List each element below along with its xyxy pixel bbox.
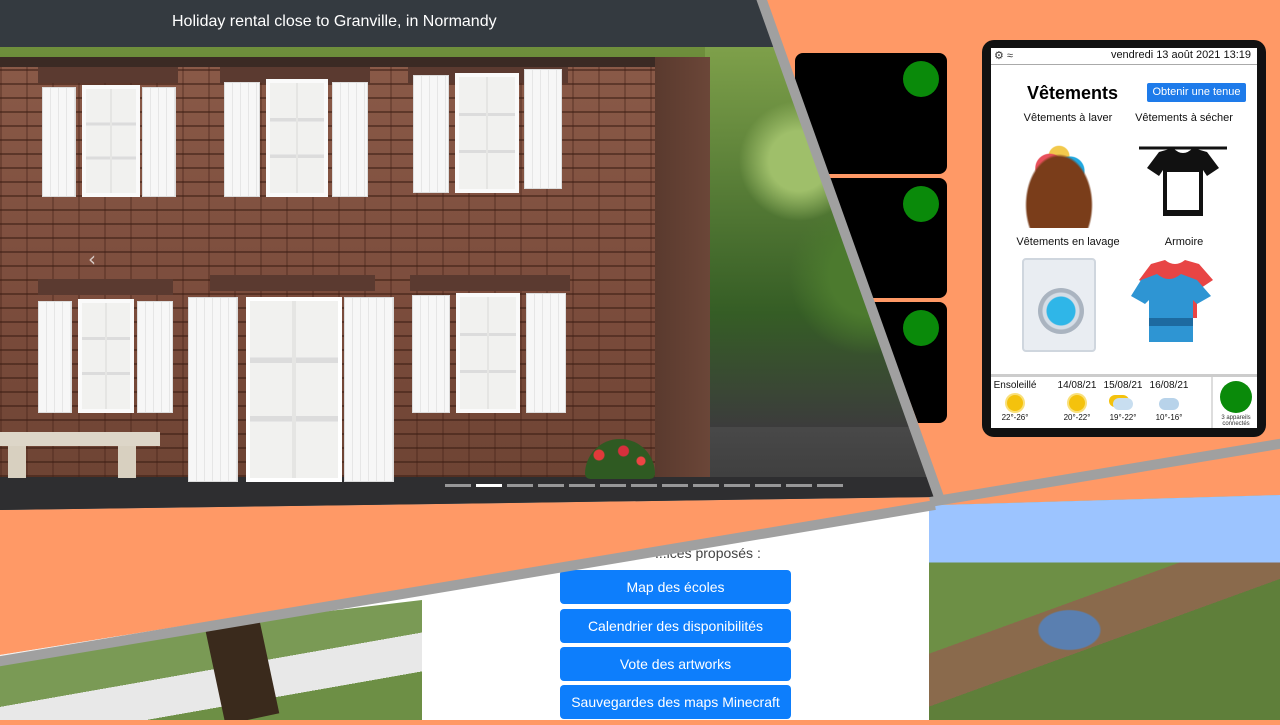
- house-facade-image: [0, 57, 710, 482]
- carousel-indicators[interactable]: [445, 484, 843, 487]
- carousel-indicator[interactable]: [817, 484, 843, 487]
- carousel-indicator[interactable]: [693, 484, 719, 487]
- weather-day: 14/08/21 20°-22°: [1053, 380, 1101, 422]
- status-dot: [903, 61, 939, 97]
- laundry-basket-icon[interactable]: [1013, 136, 1105, 228]
- drying-shirt-icon[interactable]: [1137, 136, 1229, 228]
- status-bar: ⚙ ≈ vendredi 13 août 2021 13:19: [991, 48, 1257, 65]
- house-carousel[interactable]: ‹: [0, 47, 937, 510]
- page-headline: Distinguished house: [167, 555, 456, 591]
- carousel-indicator[interactable]: [786, 484, 812, 487]
- weather-day: 15/08/21 19°-22°: [1099, 380, 1147, 422]
- carousel-indicator[interactable]: [755, 484, 781, 487]
- carousel-indicator[interactable]: [662, 484, 688, 487]
- tablet-screen: ⚙ ≈ vendredi 13 août 2021 13:19 Vêtement…: [991, 48, 1257, 428]
- weather-temp: 20°-22°: [1063, 413, 1091, 422]
- weather-label: 14/08/21: [1057, 380, 1097, 391]
- category-label: Vêtements en lavage: [1016, 236, 1120, 248]
- sun-icon: [1069, 395, 1085, 411]
- services-title: ...ices proposés :: [655, 545, 761, 561]
- washing-machine-icon[interactable]: [1022, 258, 1096, 352]
- weather-temp: 19°-22°: [1109, 413, 1137, 422]
- weather-temp: 10°-16°: [1155, 413, 1183, 422]
- category-label: Armoire: [1164, 236, 1204, 248]
- navbar-brand[interactable]: Holiday rental close to Granville, in No…: [172, 13, 497, 31]
- minecraft-landscape-image: [929, 495, 1280, 720]
- carousel-indicator[interactable]: [476, 484, 502, 487]
- carousel-indicator[interactable]: [507, 484, 533, 487]
- sun-icon: [1007, 395, 1023, 411]
- weather-label: 16/08/21: [1149, 380, 1189, 391]
- weather-temp: 22°-26°: [1001, 413, 1029, 422]
- schools-map-button[interactable]: Map des écoles: [560, 570, 791, 604]
- settings-wifi-icon[interactable]: ⚙ ≈: [994, 49, 1013, 62]
- category-label: Vêtements à laver: [1023, 112, 1113, 124]
- status-dot: [903, 310, 939, 346]
- page-title: Vêtements: [1027, 83, 1119, 103]
- device-card[interactable]: [795, 53, 947, 174]
- carousel-indicator[interactable]: [600, 484, 626, 487]
- category-label: Vêtements à sécher: [1135, 112, 1233, 124]
- connected-devices-label: 3 appareils connectés: [1221, 415, 1251, 427]
- weather-label: 15/08/21: [1103, 380, 1143, 391]
- weather-bar: Ensoleillé 22°-26° 14/08/21 20°-22° 15/0…: [991, 374, 1257, 428]
- weather-label: Ensoleillé: [993, 380, 1037, 391]
- tablet-device: ⚙ ≈ vendredi 13 août 2021 13:19 Vêtement…: [982, 40, 1266, 437]
- weather-today: Ensoleillé 22°-26°: [991, 380, 1039, 422]
- minecraft-saves-button[interactable]: Sauvegardes des maps Minecraft: [560, 685, 791, 719]
- connection-status-dot: [1220, 381, 1252, 413]
- connected-devices[interactable]: 3 appareils connectés: [1211, 377, 1257, 428]
- carousel-indicator[interactable]: [569, 484, 595, 487]
- datetime: vendredi 13 août 2021 13:19: [1110, 49, 1251, 61]
- carousel-prev-icon[interactable]: ‹: [88, 247, 96, 271]
- artwork-vote-button[interactable]: Vote des artworks: [560, 647, 791, 681]
- wardrobe-shirts-icon[interactable]: [1127, 258, 1219, 350]
- get-outfit-button[interactable]: Obtenir une tenue: [1147, 83, 1246, 102]
- availability-calendar-button[interactable]: Calendrier des disponibilités: [560, 609, 791, 643]
- cloud-icon: [1159, 398, 1179, 410]
- carousel-indicator[interactable]: [538, 484, 564, 487]
- status-dot: [903, 186, 939, 222]
- road-image: [0, 477, 937, 510]
- carousel-indicator[interactable]: [724, 484, 750, 487]
- carousel-indicator[interactable]: [445, 484, 471, 487]
- sun-cloud-icon: [1113, 398, 1133, 410]
- weather-day: 16/08/21 10°-16°: [1145, 380, 1193, 422]
- bench-image: [0, 432, 160, 446]
- carousel-indicator[interactable]: [631, 484, 657, 487]
- drum-icon: [1038, 288, 1084, 334]
